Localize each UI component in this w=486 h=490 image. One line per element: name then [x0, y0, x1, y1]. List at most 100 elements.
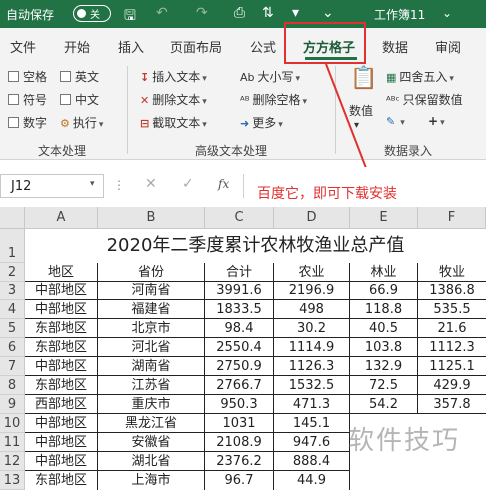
- save-icon[interactable]: 🖫: [124, 5, 136, 29]
- table-cell[interactable]: 947.6: [274, 433, 350, 452]
- table-cell[interactable]: 1031: [205, 414, 274, 433]
- row-header[interactable]: 6: [0, 338, 25, 357]
- table-cell[interactable]: 东部地区: [25, 319, 98, 338]
- value-icon[interactable]: 📋: [350, 66, 377, 91]
- checkbox-symbol[interactable]: 符号: [8, 91, 47, 108]
- value-button[interactable]: 数值: [349, 102, 373, 119]
- table-cell[interactable]: 西部地区: [25, 395, 98, 414]
- table-cell[interactable]: 1126.3: [274, 357, 350, 376]
- table-cell[interactable]: 535.5: [418, 300, 486, 319]
- delete-space-button[interactable]: ᴬᴮ 删除空格 ▾: [240, 91, 307, 108]
- table-cell[interactable]: 林业: [350, 263, 418, 282]
- checkbox-space[interactable]: 空格: [8, 68, 47, 85]
- checkbox-english[interactable]: 英文: [60, 68, 99, 85]
- table-cell[interactable]: 牧业: [418, 263, 486, 282]
- table-cell[interactable]: 河北省: [98, 338, 205, 357]
- redo-icon[interactable]: ↷: [196, 5, 208, 21]
- customize-icon[interactable]: ⌄: [322, 5, 334, 21]
- table-cell[interactable]: 地区: [25, 263, 98, 282]
- row-header[interactable]: 1: [0, 229, 25, 263]
- row-header[interactable]: 12: [0, 452, 25, 471]
- table-cell[interactable]: 471.3: [274, 395, 350, 414]
- table-cell[interactable]: 1125.1: [418, 357, 486, 376]
- table-cell[interactable]: 中部地区: [25, 300, 98, 319]
- table-cell[interactable]: 合计: [205, 263, 274, 282]
- name-box-dropdown-icon[interactable]: ▾: [90, 179, 95, 189]
- insert-text-button[interactable]: ↧ 插入文本 ▾: [140, 68, 207, 85]
- table-cell[interactable]: 30.2: [274, 319, 350, 338]
- table-cell[interactable]: 1112.3: [418, 338, 486, 357]
- table-cell[interactable]: 357.8: [418, 395, 486, 414]
- row-header[interactable]: 4: [0, 300, 25, 319]
- table-cell[interactable]: 2750.9: [205, 357, 274, 376]
- edit-button[interactable]: ✎ ▾: [386, 114, 405, 128]
- table-cell[interactable]: 2108.9: [205, 433, 274, 452]
- table-cell[interactable]: 湖北省: [98, 452, 205, 471]
- table-cell[interactable]: 3991.6: [205, 282, 274, 300]
- extract-text-button[interactable]: ⊟ 截取文本 ▾: [140, 114, 207, 131]
- table-cell[interactable]: 96.7: [205, 471, 274, 490]
- confirm-icon[interactable]: ✓: [182, 176, 194, 192]
- name-box[interactable]: J12: [0, 174, 104, 198]
- delete-text-button[interactable]: ✕ 删除文本 ▾: [140, 91, 207, 108]
- tab-home[interactable]: 开始: [64, 37, 90, 56]
- column-header-b[interactable]: B: [98, 207, 205, 229]
- execute-button[interactable]: ⚙ 执行 ▾: [60, 114, 103, 131]
- table-cell[interactable]: 黑龙江省: [98, 414, 205, 433]
- table-cell[interactable]: 福建省: [98, 300, 205, 319]
- column-header-a[interactable]: A: [25, 207, 98, 229]
- table-cell[interactable]: 湖南省: [98, 357, 205, 376]
- table-cell[interactable]: 东部地区: [25, 376, 98, 395]
- column-header-f[interactable]: F: [418, 207, 486, 229]
- row-header[interactable]: 3: [0, 282, 25, 300]
- table-cell[interactable]: 北京市: [98, 319, 205, 338]
- value-caret-icon[interactable]: ▾: [354, 120, 359, 131]
- row-header[interactable]: 10: [0, 414, 25, 433]
- table-cell[interactable]: 888.4: [274, 452, 350, 471]
- table-cell[interactable]: 72.5: [350, 376, 418, 395]
- table-cell[interactable]: 中部地区: [25, 357, 98, 376]
- table-cell[interactable]: 950.3: [205, 395, 274, 414]
- table-cell[interactable]: 中部地区: [25, 452, 98, 471]
- table-cell[interactable]: 2196.9: [274, 282, 350, 300]
- table-cell[interactable]: 2766.7: [205, 376, 274, 395]
- table-cell[interactable]: 河南省: [98, 282, 205, 300]
- table-cell[interactable]: 118.8: [350, 300, 418, 319]
- round-button[interactable]: ▦ 四舍五入 ▾: [386, 68, 454, 85]
- column-header-e[interactable]: E: [350, 207, 418, 229]
- dropdown-icon[interactable]: ▾: [292, 5, 299, 21]
- table-cell[interactable]: 54.2: [350, 395, 418, 414]
- table-cell[interactable]: 农业: [274, 263, 350, 282]
- sort-icon[interactable]: ⇅: [262, 5, 274, 21]
- table-cell[interactable]: 98.4: [205, 319, 274, 338]
- sheet-title-cell[interactable]: 2020年二季度累计农林牧渔业总产值: [25, 229, 486, 263]
- print-icon[interactable]: ⎙: [234, 5, 245, 21]
- table-cell[interactable]: 21.6: [418, 319, 486, 338]
- row-header[interactable]: 13: [0, 471, 25, 490]
- select-all-corner[interactable]: [0, 207, 25, 229]
- column-header-d[interactable]: D: [274, 207, 350, 229]
- column-header-c[interactable]: C: [205, 207, 274, 229]
- checkbox-chinese[interactable]: 中文: [60, 91, 99, 108]
- row-header[interactable]: 5: [0, 319, 25, 338]
- autosave-toggle[interactable]: 关: [73, 5, 111, 22]
- table-cell[interactable]: 2376.2: [205, 452, 274, 471]
- table-cell[interactable]: 东部地区: [25, 471, 98, 490]
- tab-page-layout[interactable]: 页面布局: [170, 37, 222, 56]
- row-header[interactable]: 8: [0, 376, 25, 395]
- row-header[interactable]: 7: [0, 357, 25, 376]
- tab-data[interactable]: 数据: [382, 37, 408, 56]
- tab-formulas[interactable]: 公式: [250, 37, 276, 56]
- table-cell[interactable]: 103.8: [350, 338, 418, 357]
- tab-review[interactable]: 审阅: [435, 37, 461, 56]
- tab-file[interactable]: 文件: [10, 37, 36, 56]
- table-cell[interactable]: 省份: [98, 263, 205, 282]
- table-cell[interactable]: 145.1: [274, 414, 350, 433]
- table-cell[interactable]: 中部地区: [25, 414, 98, 433]
- table-cell[interactable]: 中部地区: [25, 433, 98, 452]
- row-header[interactable]: 9: [0, 395, 25, 414]
- fx-icon[interactable]: fx: [218, 177, 229, 191]
- table-cell[interactable]: 东部地区: [25, 338, 98, 357]
- table-cell[interactable]: 重庆市: [98, 395, 205, 414]
- table-cell[interactable]: 498: [274, 300, 350, 319]
